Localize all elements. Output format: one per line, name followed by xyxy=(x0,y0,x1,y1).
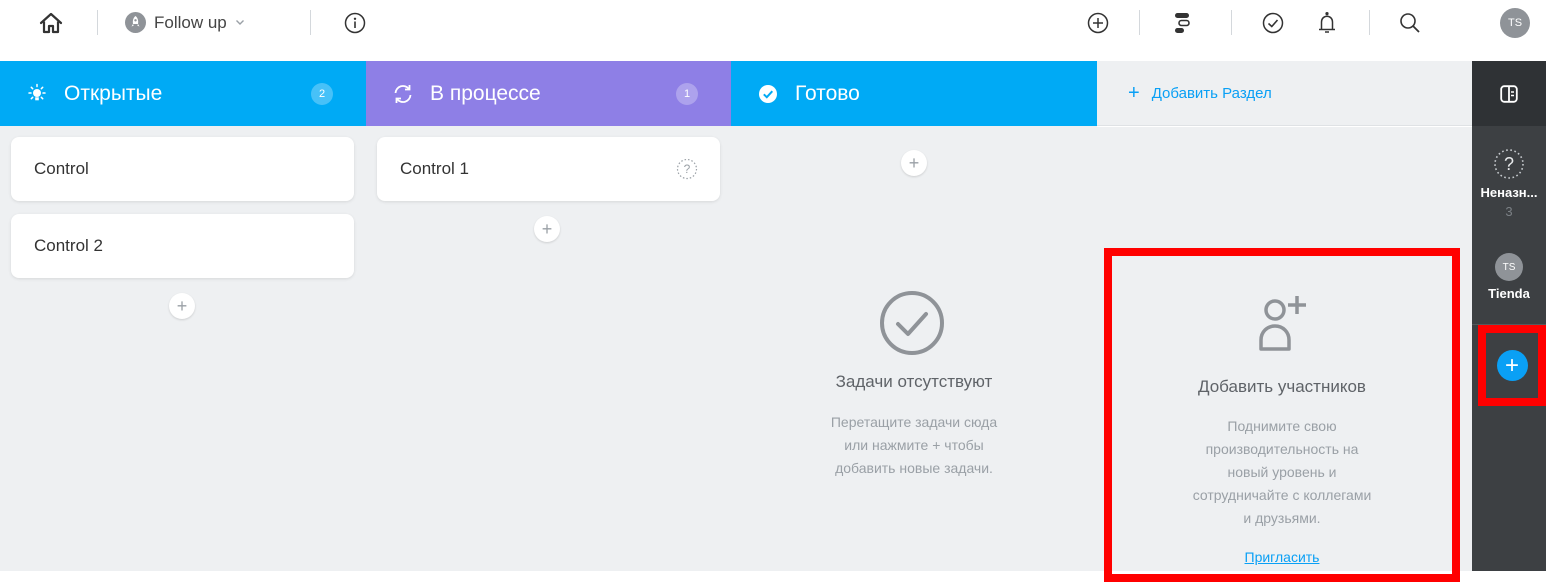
home-icon xyxy=(39,12,63,33)
check-circle-icon xyxy=(759,84,777,103)
add-member-button[interactable]: + xyxy=(1496,350,1528,381)
description-line: сотрудничайте с коллегами xyxy=(1192,487,1372,503)
member-name: Tienda xyxy=(1488,286,1530,301)
add-task-button[interactable]: + xyxy=(169,293,195,319)
add-circle-icon xyxy=(1087,12,1109,33)
refresh-icon xyxy=(394,84,412,103)
column-title: Открытые xyxy=(64,81,163,105)
rocket-icon xyxy=(125,12,146,33)
task-title: Control xyxy=(34,159,89,178)
invite-description: Поднимите свою производительность на нов… xyxy=(1112,415,1452,530)
column-body: Control Control 2 + xyxy=(0,126,366,571)
right-sidebar: ? Неназн... 3 TS Tienda xyxy=(1472,61,1546,571)
unassigned-filter[interactable]: ? Неназн... 3 xyxy=(1472,148,1546,219)
home-button[interactable] xyxy=(34,0,68,45)
unassigned-count: 3 xyxy=(1505,204,1513,219)
add-button[interactable] xyxy=(1085,0,1111,45)
column-header[interactable]: Готово xyxy=(731,61,1097,126)
invite-panel: Добавить участников Поднимите свою произ… xyxy=(1104,248,1460,582)
description-line: добавить новые задачи. xyxy=(835,460,993,476)
empty-state-title: Задачи отсутствуют xyxy=(835,372,993,391)
separator xyxy=(1139,10,1140,35)
column-in-progress: В процессе 1 Control 1 ? + xyxy=(366,61,731,571)
plus-icon: + xyxy=(908,153,920,173)
check-circle-icon xyxy=(1262,12,1284,33)
timeline-button[interactable] xyxy=(1170,0,1194,45)
separator xyxy=(97,10,98,35)
invite-title: Добавить участников xyxy=(1198,377,1366,396)
info-button[interactable] xyxy=(342,0,368,45)
empty-check-icon xyxy=(880,291,944,355)
add-user-icon xyxy=(1259,296,1306,351)
column-header[interactable]: В процессе 1 xyxy=(366,61,731,126)
separator xyxy=(310,10,311,35)
plus-icon: + xyxy=(1504,351,1519,379)
panel-toggle-icon xyxy=(1500,84,1518,103)
member-filter[interactable]: TS Tienda xyxy=(1472,253,1546,301)
avatar: TS xyxy=(1495,253,1523,281)
empty-state-description: Перетащите задачи сюда или нажмите + что… xyxy=(731,411,1097,480)
avatar: TS xyxy=(1500,7,1530,38)
lightbulb-icon xyxy=(28,83,46,100)
search-icon xyxy=(1400,12,1420,33)
bell-icon xyxy=(1319,11,1335,33)
invite-link[interactable]: Пригласить xyxy=(1112,549,1452,565)
add-task-button[interactable]: + xyxy=(534,216,560,242)
description-line: Перетащите задачи сюда xyxy=(830,414,998,430)
column-body: Control 1 ? + xyxy=(366,126,731,571)
task-title: Control 2 xyxy=(34,236,103,255)
description-line: Поднимите свою xyxy=(1227,418,1337,434)
plus-icon: + xyxy=(1128,81,1140,104)
project-switcher[interactable]: Follow up xyxy=(125,0,245,45)
count-badge: 1 xyxy=(676,83,698,105)
svg-text:?: ? xyxy=(684,162,691,176)
project-title: Follow up xyxy=(154,12,227,32)
separator xyxy=(1369,10,1370,35)
add-member-highlight: + xyxy=(1478,325,1546,406)
add-task-button[interactable]: + xyxy=(901,150,927,176)
description-line: и друзьями. xyxy=(1243,510,1321,526)
top-bar: Follow up TS xyxy=(0,0,1546,45)
column-done: Готово + Задачи отсутствуют Перетащите з… xyxy=(731,61,1097,571)
column-header[interactable]: Открытые 2 xyxy=(0,61,366,126)
toggle-panel-button[interactable] xyxy=(1472,61,1546,126)
column-title: В процессе xyxy=(430,81,541,105)
add-section-button[interactable]: + Добавить Раздел xyxy=(1097,61,1472,126)
separator xyxy=(1231,10,1232,35)
task-card[interactable]: Control 2 xyxy=(11,214,354,278)
svg-text:?: ? xyxy=(1504,154,1514,174)
column-open: Открытые 2 Control Control 2 + xyxy=(0,61,366,571)
unassigned-question-icon: ? xyxy=(1494,149,1524,179)
count-badge: 2 xyxy=(311,83,333,105)
user-menu[interactable]: TS xyxy=(1500,0,1530,45)
task-card[interactable]: Control 1 ? xyxy=(377,137,720,201)
description-line: производительность на xyxy=(1205,441,1359,457)
my-tasks-button[interactable] xyxy=(1260,0,1286,45)
description-line: или нажмите + чтобы xyxy=(844,437,984,453)
task-title: Control 1 xyxy=(400,159,469,178)
chevron-down-icon xyxy=(235,20,244,25)
unassigned-question-icon: ? xyxy=(676,158,698,180)
plus-icon: + xyxy=(176,296,188,316)
info-icon xyxy=(344,12,366,33)
timeline-icon xyxy=(1175,12,1190,33)
unassigned-label: Неназн... xyxy=(1480,185,1538,200)
add-section-label: Добавить Раздел xyxy=(1151,84,1272,102)
column-body: + Задачи отсутствуют Перетащите задачи с… xyxy=(731,126,1097,571)
column-title: Готово xyxy=(795,81,860,105)
description-line: новый уровень и xyxy=(1227,464,1337,480)
notifications-button[interactable] xyxy=(1314,0,1340,45)
task-card[interactable]: Control xyxy=(11,137,354,201)
plus-icon: + xyxy=(541,219,553,239)
search-button[interactable] xyxy=(1397,0,1423,45)
